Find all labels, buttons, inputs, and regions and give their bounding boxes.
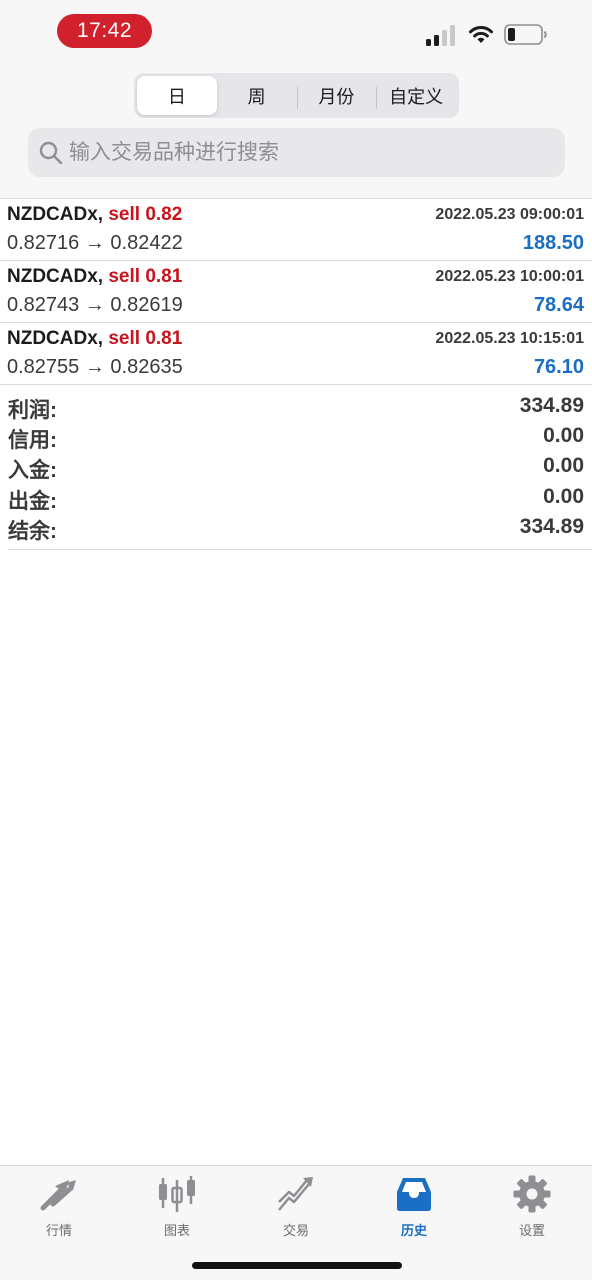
- trade-profit: 76.10: [533, 356, 584, 378]
- account-summary: 利润: 334.89 信用: 0.00 入金: 0.00 出金: 0.00 结余…: [0, 392, 592, 543]
- segment-label: 月份: [318, 86, 355, 107]
- tab-label: 设置: [518, 1223, 545, 1238]
- segment-divider: [376, 87, 378, 109]
- segment-custom[interactable]: 自定义: [376, 76, 456, 115]
- quotes-arrows-icon: [40, 1180, 76, 1211]
- summary-row-profit: 利润: 334.89: [0, 392, 592, 422]
- trade-datetime: 2022.05.23 10:15:01: [435, 330, 584, 347]
- summary-row-credit: 信用: 0.00: [0, 422, 592, 452]
- summary-value: 334.89: [519, 394, 584, 417]
- symbol-search-bar[interactable]: [28, 128, 565, 177]
- summary-divider: [8, 549, 592, 550]
- home-indicator: [192, 1262, 402, 1269]
- cellular-signal-icon: [426, 24, 458, 46]
- summary-label: 入金:: [8, 459, 57, 483]
- segment-divider: [296, 87, 298, 109]
- segment-label: 日: [167, 86, 186, 107]
- summary-label: 出金:: [8, 489, 57, 513]
- search-icon: [39, 141, 63, 164]
- trade-title: NZDCADx, sell 0.81: [7, 328, 182, 350]
- trade-prices: 0.82716 → 0.82422: [7, 232, 183, 254]
- summary-label: 信用:: [8, 429, 57, 453]
- tab-label: 交易: [282, 1223, 309, 1238]
- trade-symbol: NZDCADx,: [7, 204, 104, 225]
- settings-gear-icon: [513, 1175, 551, 1213]
- segment-label: 自定义: [389, 86, 444, 107]
- trade-profit: 188.50: [522, 232, 584, 254]
- tab-label: 历史: [400, 1223, 427, 1238]
- tab-trade[interactable]: 交易: [246, 1174, 346, 1239]
- trade-row[interactable]: NZDCADx, sell 0.81 2022.05.23 10:00:01 0…: [0, 261, 592, 323]
- summary-label: 利润:: [8, 399, 57, 422]
- wifi-icon: [469, 26, 493, 43]
- summary-value: 0.00: [543, 484, 584, 508]
- summary-row-balance: 结余: 334.89: [0, 513, 592, 543]
- summary-row-deposit: 入金: 0.00: [0, 452, 592, 482]
- trade-datetime: 2022.05.23 10:00:01: [435, 268, 584, 285]
- tab-history[interactable]: 历史: [364, 1174, 464, 1239]
- segment-week[interactable]: 周: [217, 76, 297, 115]
- candlestick-chart-icon: [159, 1176, 195, 1212]
- battery-low-icon: [504, 24, 547, 45]
- trade-title: NZDCADx, sell 0.81: [7, 266, 182, 288]
- trade-datetime: 2022.05.23 09:00:01: [435, 206, 584, 223]
- trade-type-volume: sell 0.81: [108, 328, 183, 349]
- trade-symbol: NZDCADx,: [7, 328, 104, 349]
- summary-label: 结余:: [8, 519, 57, 543]
- tab-quotes[interactable]: 行情: [9, 1174, 109, 1239]
- status-time: 17:42: [57, 14, 152, 48]
- trade-type-volume: sell 0.82: [108, 204, 183, 225]
- history-trade-list: NZDCADx, sell 0.82 2022.05.23 09:00:01 0…: [0, 198, 592, 385]
- trade-profit: 78.64: [533, 294, 584, 316]
- trade-row[interactable]: NZDCADx, sell 0.82 2022.05.23 09:00:01 0…: [0, 199, 592, 261]
- segment-month[interactable]: 月份: [296, 76, 377, 115]
- summary-value: 0.00: [543, 424, 584, 448]
- tab-chart[interactable]: 图表: [127, 1174, 227, 1239]
- summary-row-withdrawal: 出金: 0.00: [0, 483, 592, 513]
- trade-prices: 0.82755 → 0.82635: [7, 356, 183, 378]
- summary-value: 0.00: [543, 454, 584, 478]
- segment-label: 周: [247, 86, 266, 107]
- tab-label: 行情: [45, 1223, 72, 1238]
- tab-settings[interactable]: 设置: [482, 1174, 582, 1239]
- trade-row[interactable]: NZDCADx, sell 0.81 2022.05.23 10:15:01 0…: [0, 323, 592, 385]
- search-input[interactable]: [69, 140, 549, 165]
- trade-symbol: NZDCADx,: [7, 266, 104, 287]
- trade-title: NZDCADx, sell 0.82: [7, 204, 182, 226]
- trade-prices: 0.82743 → 0.82619: [7, 294, 183, 316]
- summary-value: 334.89: [519, 514, 584, 538]
- history-inbox-icon: [397, 1178, 431, 1211]
- period-segmented-control: 日 周 月份 自定义: [134, 73, 459, 118]
- segment-day[interactable]: 日: [137, 76, 217, 115]
- tab-label: 图表: [163, 1223, 190, 1238]
- trade-type-volume: sell 0.81: [108, 266, 183, 287]
- trade-trend-icon: [278, 1177, 313, 1211]
